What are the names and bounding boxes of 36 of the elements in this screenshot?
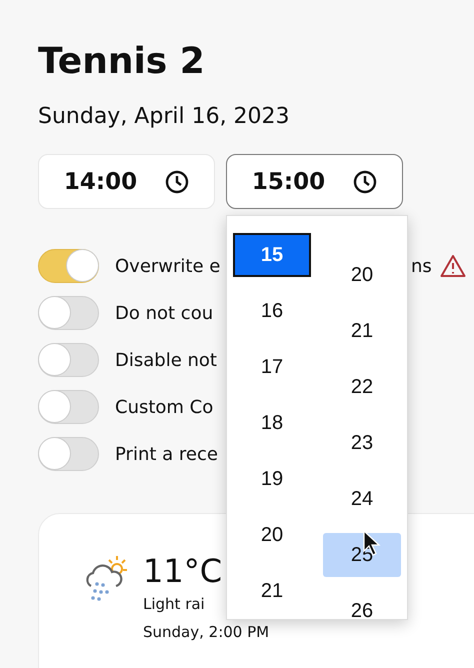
clock-icon	[165, 170, 190, 194]
hour-option[interactable]: 16	[233, 289, 311, 333]
toggle-switch[interactable]	[38, 296, 99, 330]
hour-option[interactable]: 15	[233, 233, 311, 277]
page-title: Tennis 2	[38, 40, 206, 84]
minute-option[interactable]: 26	[323, 589, 401, 619]
time-field[interactable]: 15:00	[226, 154, 403, 209]
toggle-label: Print a rece	[115, 444, 218, 464]
hour-option[interactable]: 19	[233, 457, 311, 501]
hour-option[interactable]: 18	[233, 401, 311, 445]
toggle-label: ns	[411, 256, 432, 276]
weather-condition: Light rai	[143, 594, 206, 615]
minute-option[interactable]: 21	[323, 309, 401, 353]
hour-option[interactable]: 17	[233, 345, 311, 389]
date-text: Sunday, April 16, 2023	[38, 103, 291, 131]
hour-option[interactable]: 21	[233, 569, 311, 613]
time-value: 14:00	[64, 168, 138, 194]
toggle-switch[interactable]	[38, 390, 99, 424]
minute-option[interactable]: 23	[323, 421, 401, 465]
temperature-text: 11°C	[143, 552, 224, 590]
toggle-label: Custom Co	[115, 396, 214, 418]
toggle-label: Disable not	[115, 350, 217, 370]
warning-icon	[440, 254, 466, 278]
time-value: 15:00	[252, 168, 326, 194]
minute-option[interactable]: 22	[323, 365, 401, 409]
minute-option[interactable]: 24	[323, 477, 401, 521]
toggle-label: Do not cou	[115, 302, 214, 324]
weather-time: Sunday, 2:00 PM	[143, 622, 270, 643]
time-field[interactable]: 14:00	[38, 154, 215, 209]
toggle-switch[interactable]	[38, 249, 99, 283]
minute-option[interactable]: 20	[323, 253, 401, 297]
toggle-switch[interactable]	[38, 343, 99, 377]
clock-icon	[353, 170, 378, 194]
toggle-switch[interactable]	[38, 437, 99, 471]
hour-option[interactable]: 20	[233, 513, 311, 557]
toggle-label: Overwrite e	[115, 256, 220, 276]
